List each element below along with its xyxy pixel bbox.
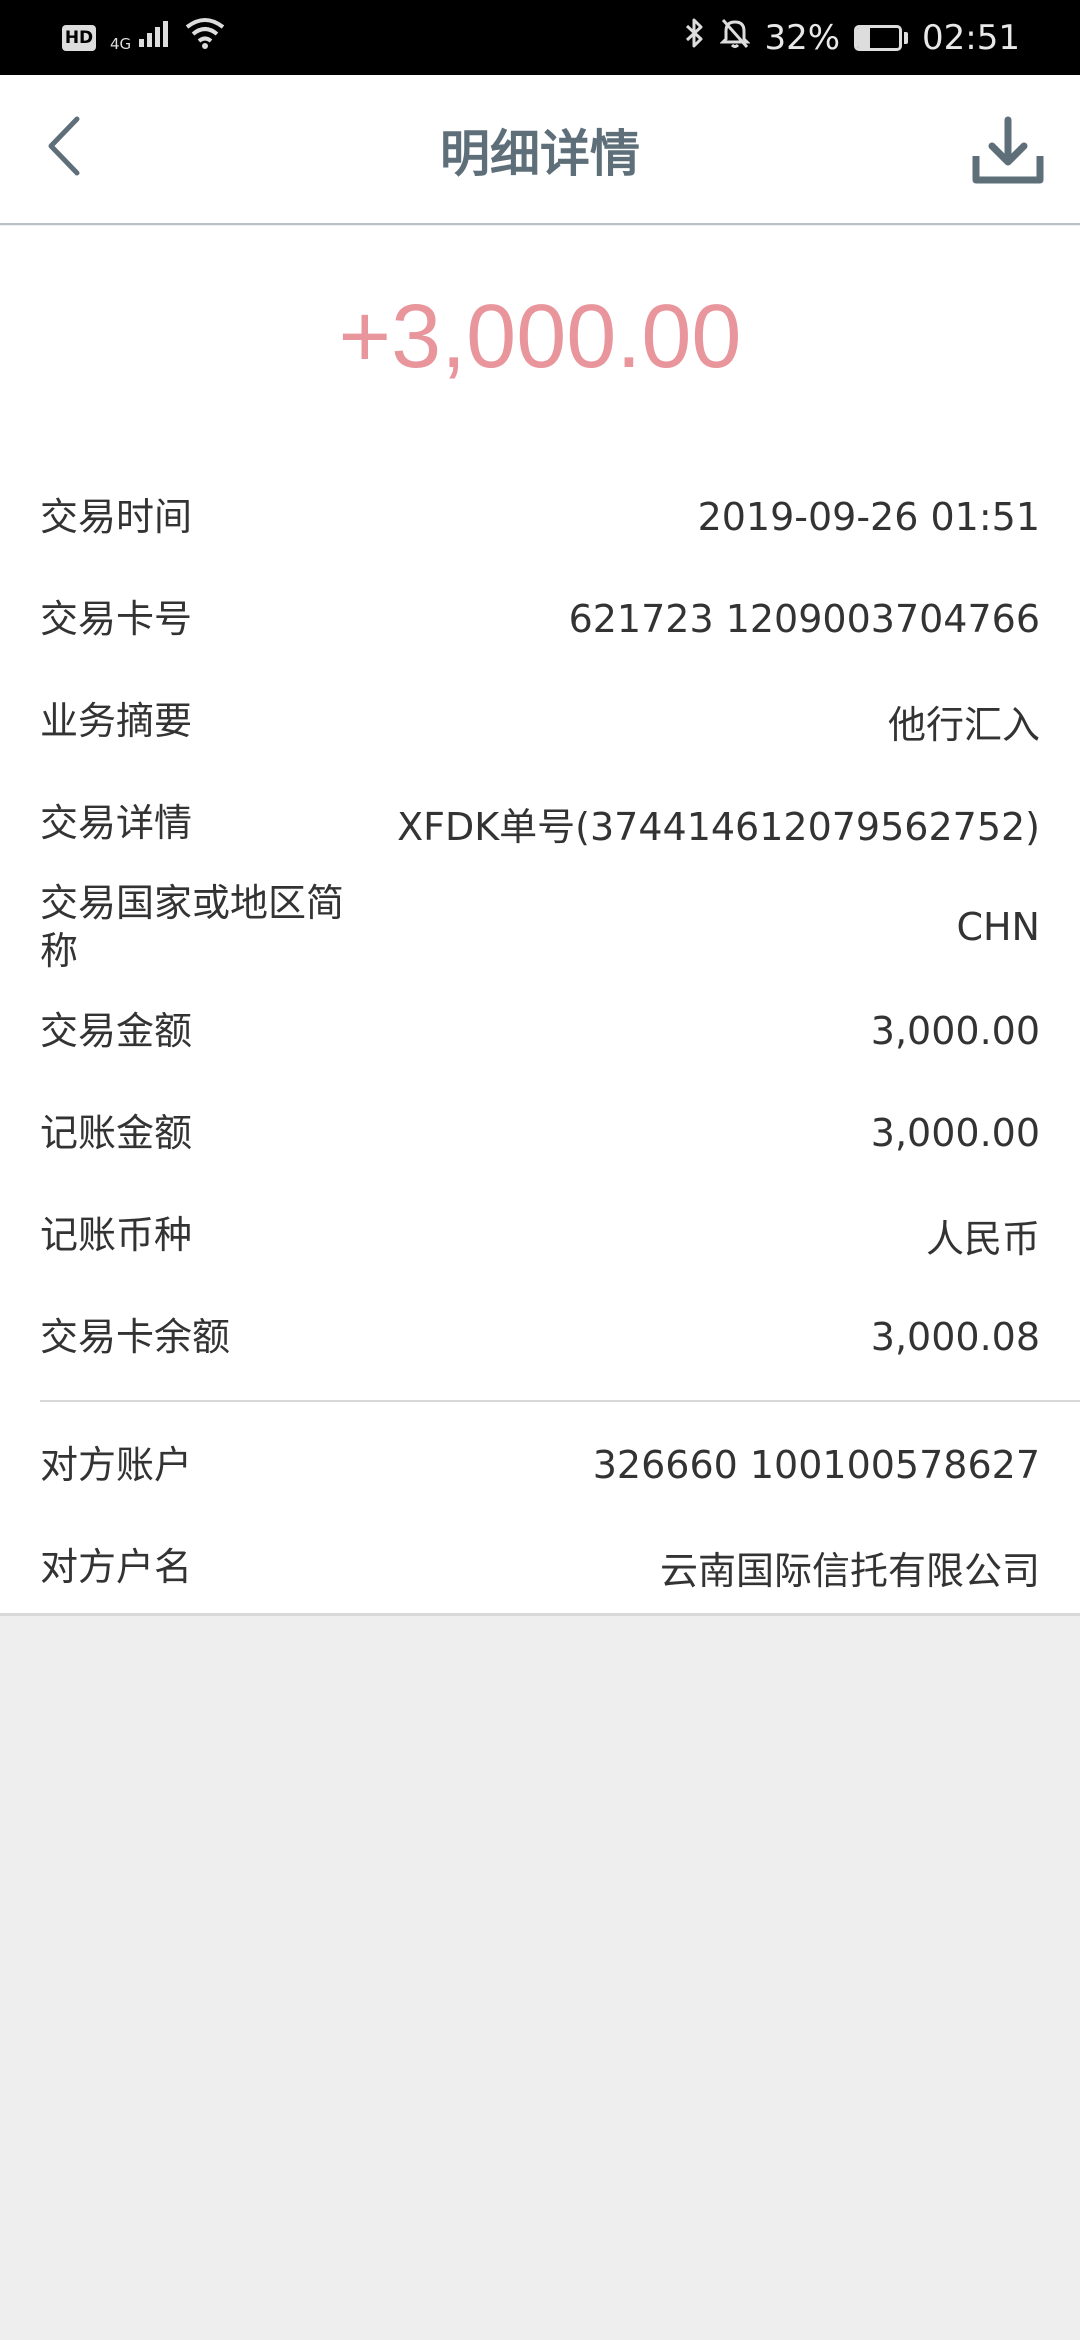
detail-label: 对方户名 (40, 1545, 193, 1589)
battery-percent: 32% (764, 17, 841, 58)
detail-value: 3,000.00 (870, 1009, 1040, 1053)
mute-icon (719, 17, 752, 58)
detail-row-details: 交易详情 XFDK单号(374414612079562752) (0, 772, 1080, 874)
header: 明细详情 (0, 75, 1080, 225)
detail-label: 交易时间 (40, 495, 193, 539)
detail-value: 3,000.00 (870, 1111, 1040, 1155)
transaction-amount: +3,000.00 (338, 287, 742, 387)
detail-label: 交易卡号 (40, 597, 193, 641)
section-divider (40, 1400, 1080, 1402)
status-right: 32% 02:51 (684, 17, 1020, 58)
detail-value: 621723 1209003704766 (568, 597, 1040, 641)
network-type: 4G (110, 35, 132, 53)
detail-row-card-number: 交易卡号 621723 1209003704766 (0, 568, 1080, 670)
detail-value: 326660 100100578627 (592, 1443, 1040, 1487)
detail-card: +3,000.00 交易时间 2019-09-26 01:51 交易卡号 621… (0, 226, 1080, 1616)
detail-row-country: 交易国家或地区简称 CHN (0, 874, 1080, 980)
detail-value: 云南国际信托有限公司 (659, 1548, 1040, 1593)
detail-label: 记账金额 (40, 1111, 193, 1155)
hd-badge: HD (62, 24, 96, 51)
wifi-icon (185, 17, 225, 58)
battery-body (854, 24, 903, 51)
bluetooth-icon (684, 17, 706, 58)
detail-label: 交易金额 (40, 1009, 193, 1053)
detail-value: 人民币 (925, 1216, 1040, 1261)
detail-label: 记账币种 (40, 1213, 193, 1257)
detail-value: 3,000.08 (870, 1315, 1040, 1359)
detail-label: 业务摘要 (40, 699, 193, 743)
page-title: 明细详情 (440, 125, 640, 183)
detail-row-counterparty-name: 对方户名 云南国际信托有限公司 (0, 1516, 1080, 1618)
detail-row-currency: 记账币种 人民币 (0, 1184, 1080, 1286)
download-icon (971, 116, 1045, 190)
detail-label: 对方账户 (40, 1443, 193, 1487)
detail-value: 2019-09-26 01:51 (697, 495, 1040, 539)
detail-row-booked-amount: 记账金额 3,000.00 (0, 1082, 1080, 1184)
detail-list: 交易时间 2019-09-26 01:51 交易卡号 621723 120900… (0, 466, 1080, 1618)
detail-row-counterparty-account: 对方账户 326660 100100578627 (0, 1414, 1080, 1516)
download-button[interactable] (968, 113, 1048, 193)
battery-fill (857, 27, 871, 48)
detail-row-summary: 业务摘要 他行汇入 (0, 670, 1080, 772)
status-left: HD 4G (62, 17, 225, 58)
detail-row-balance: 交易卡余额 3,000.08 (0, 1286, 1080, 1388)
detail-label: 交易详情 (40, 801, 193, 845)
status-bar: HD 4G 32% 02:51 (0, 0, 1080, 75)
battery-tip (904, 31, 909, 44)
battery-icon (854, 24, 909, 51)
status-time: 02:51 (922, 17, 1020, 58)
detail-row-time: 交易时间 2019-09-26 01:51 (0, 466, 1080, 568)
detail-row-transaction-amount: 交易金额 3,000.00 (0, 980, 1080, 1082)
detail-value: 他行汇入 (887, 702, 1040, 747)
signal-icon (137, 18, 171, 58)
detail-label: 交易卡余额 (40, 1315, 231, 1359)
detail-label: 交易国家或地区简称 (40, 881, 345, 973)
detail-value: CHN (956, 905, 1040, 949)
detail-value: XFDK单号(374414612079562752) (397, 804, 1040, 849)
